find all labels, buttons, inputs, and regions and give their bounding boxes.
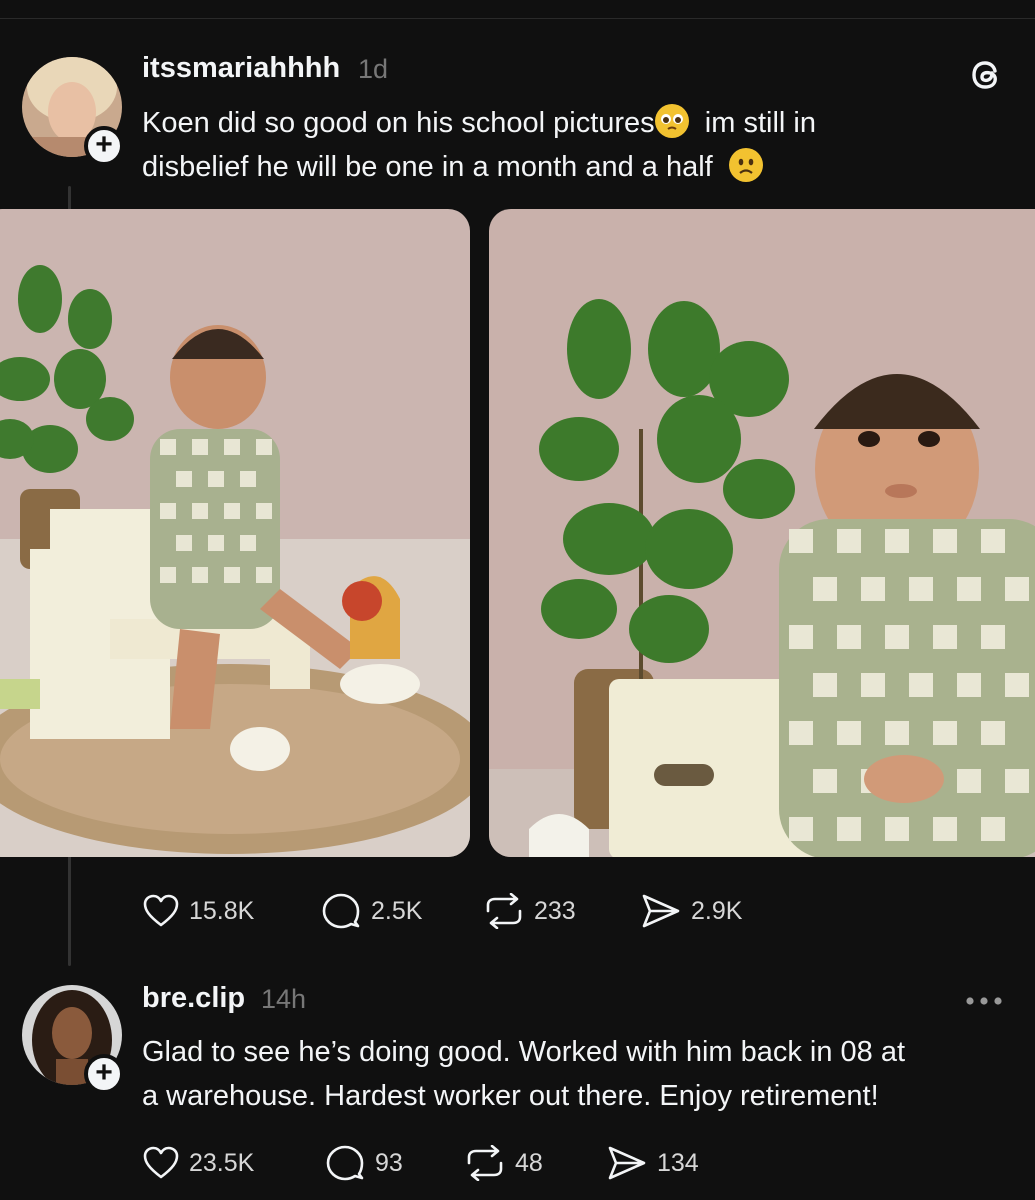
username[interactable]: bre.clip — [142, 982, 245, 1015]
share-button[interactable]: 2.9K — [641, 893, 781, 929]
like-count: 15.8K — [189, 896, 255, 925]
repost-button[interactable]: 48 — [465, 1145, 607, 1181]
reply-text: Glad to see he’s doing good. Worked with… — [142, 1030, 1022, 1118]
like-button[interactable]: 15.8K — [143, 894, 321, 928]
threads-logo-icon[interactable] — [966, 54, 1006, 94]
share-count: 2.9K — [691, 896, 743, 925]
like-button[interactable]: 23.5K — [143, 1146, 325, 1180]
post-text-line1: Koen did so good on his school pictures — [142, 107, 655, 139]
post-text-line1b: im still in — [704, 107, 816, 139]
repost-icon — [467, 1145, 503, 1181]
repost-button[interactable]: 233 — [484, 893, 641, 929]
post-text-line2: disbelief he will be one in a month and … — [142, 151, 713, 183]
comment-button[interactable]: 93 — [325, 1145, 465, 1181]
post-photo-1[interactable] — [0, 209, 470, 857]
reply-text-line2: a warehouse. Hardest worker out there. E… — [142, 1080, 879, 1112]
repost-count: 233 — [534, 896, 576, 925]
comment-count: 93 — [375, 1148, 403, 1177]
comment-icon — [322, 893, 360, 929]
comment-count: 2.5K — [371, 896, 423, 925]
timestamp: 1d — [358, 54, 389, 84]
post-photo-2[interactable] — [489, 209, 1035, 857]
slightly-frowning-face-emoji — [728, 148, 763, 182]
send-icon — [608, 1146, 646, 1180]
send-icon — [642, 894, 680, 928]
share-count: 134 — [657, 1148, 699, 1177]
comment-button[interactable]: 2.5K — [321, 893, 484, 929]
follow-plus-button[interactable]: + — [84, 126, 124, 166]
share-button[interactable]: 134 — [607, 1145, 747, 1181]
repost-count: 48 — [515, 1148, 543, 1177]
post-actions: 15.8K 2.5K 233 2.9K — [143, 893, 781, 929]
comment-icon — [326, 1145, 364, 1181]
timestamp: 14h — [261, 984, 307, 1014]
username[interactable]: itssmariahhhh — [142, 52, 340, 85]
like-count: 23.5K — [189, 1148, 255, 1177]
reply-actions: 23.5K 93 48 134 — [143, 1145, 747, 1181]
pleading-face-emoji — [654, 104, 689, 138]
post-text: Koen did so good on his school pictures … — [142, 101, 1002, 189]
repost-icon — [486, 893, 522, 929]
post-bre-clip: + bre.clip 14h Glad to see he’s doing go… — [0, 960, 1035, 1200]
heart-icon — [143, 1146, 179, 1179]
heart-icon — [143, 894, 179, 927]
reply-text-line1: Glad to see he’s doing good. Worked with… — [142, 1036, 906, 1068]
follow-plus-button[interactable]: + — [84, 1054, 124, 1094]
more-dots-icon[interactable] — [964, 994, 1004, 1008]
post-itssmariahhhh: + itssmariahhhh 1d Koen did so good on h… — [0, 0, 1035, 966]
